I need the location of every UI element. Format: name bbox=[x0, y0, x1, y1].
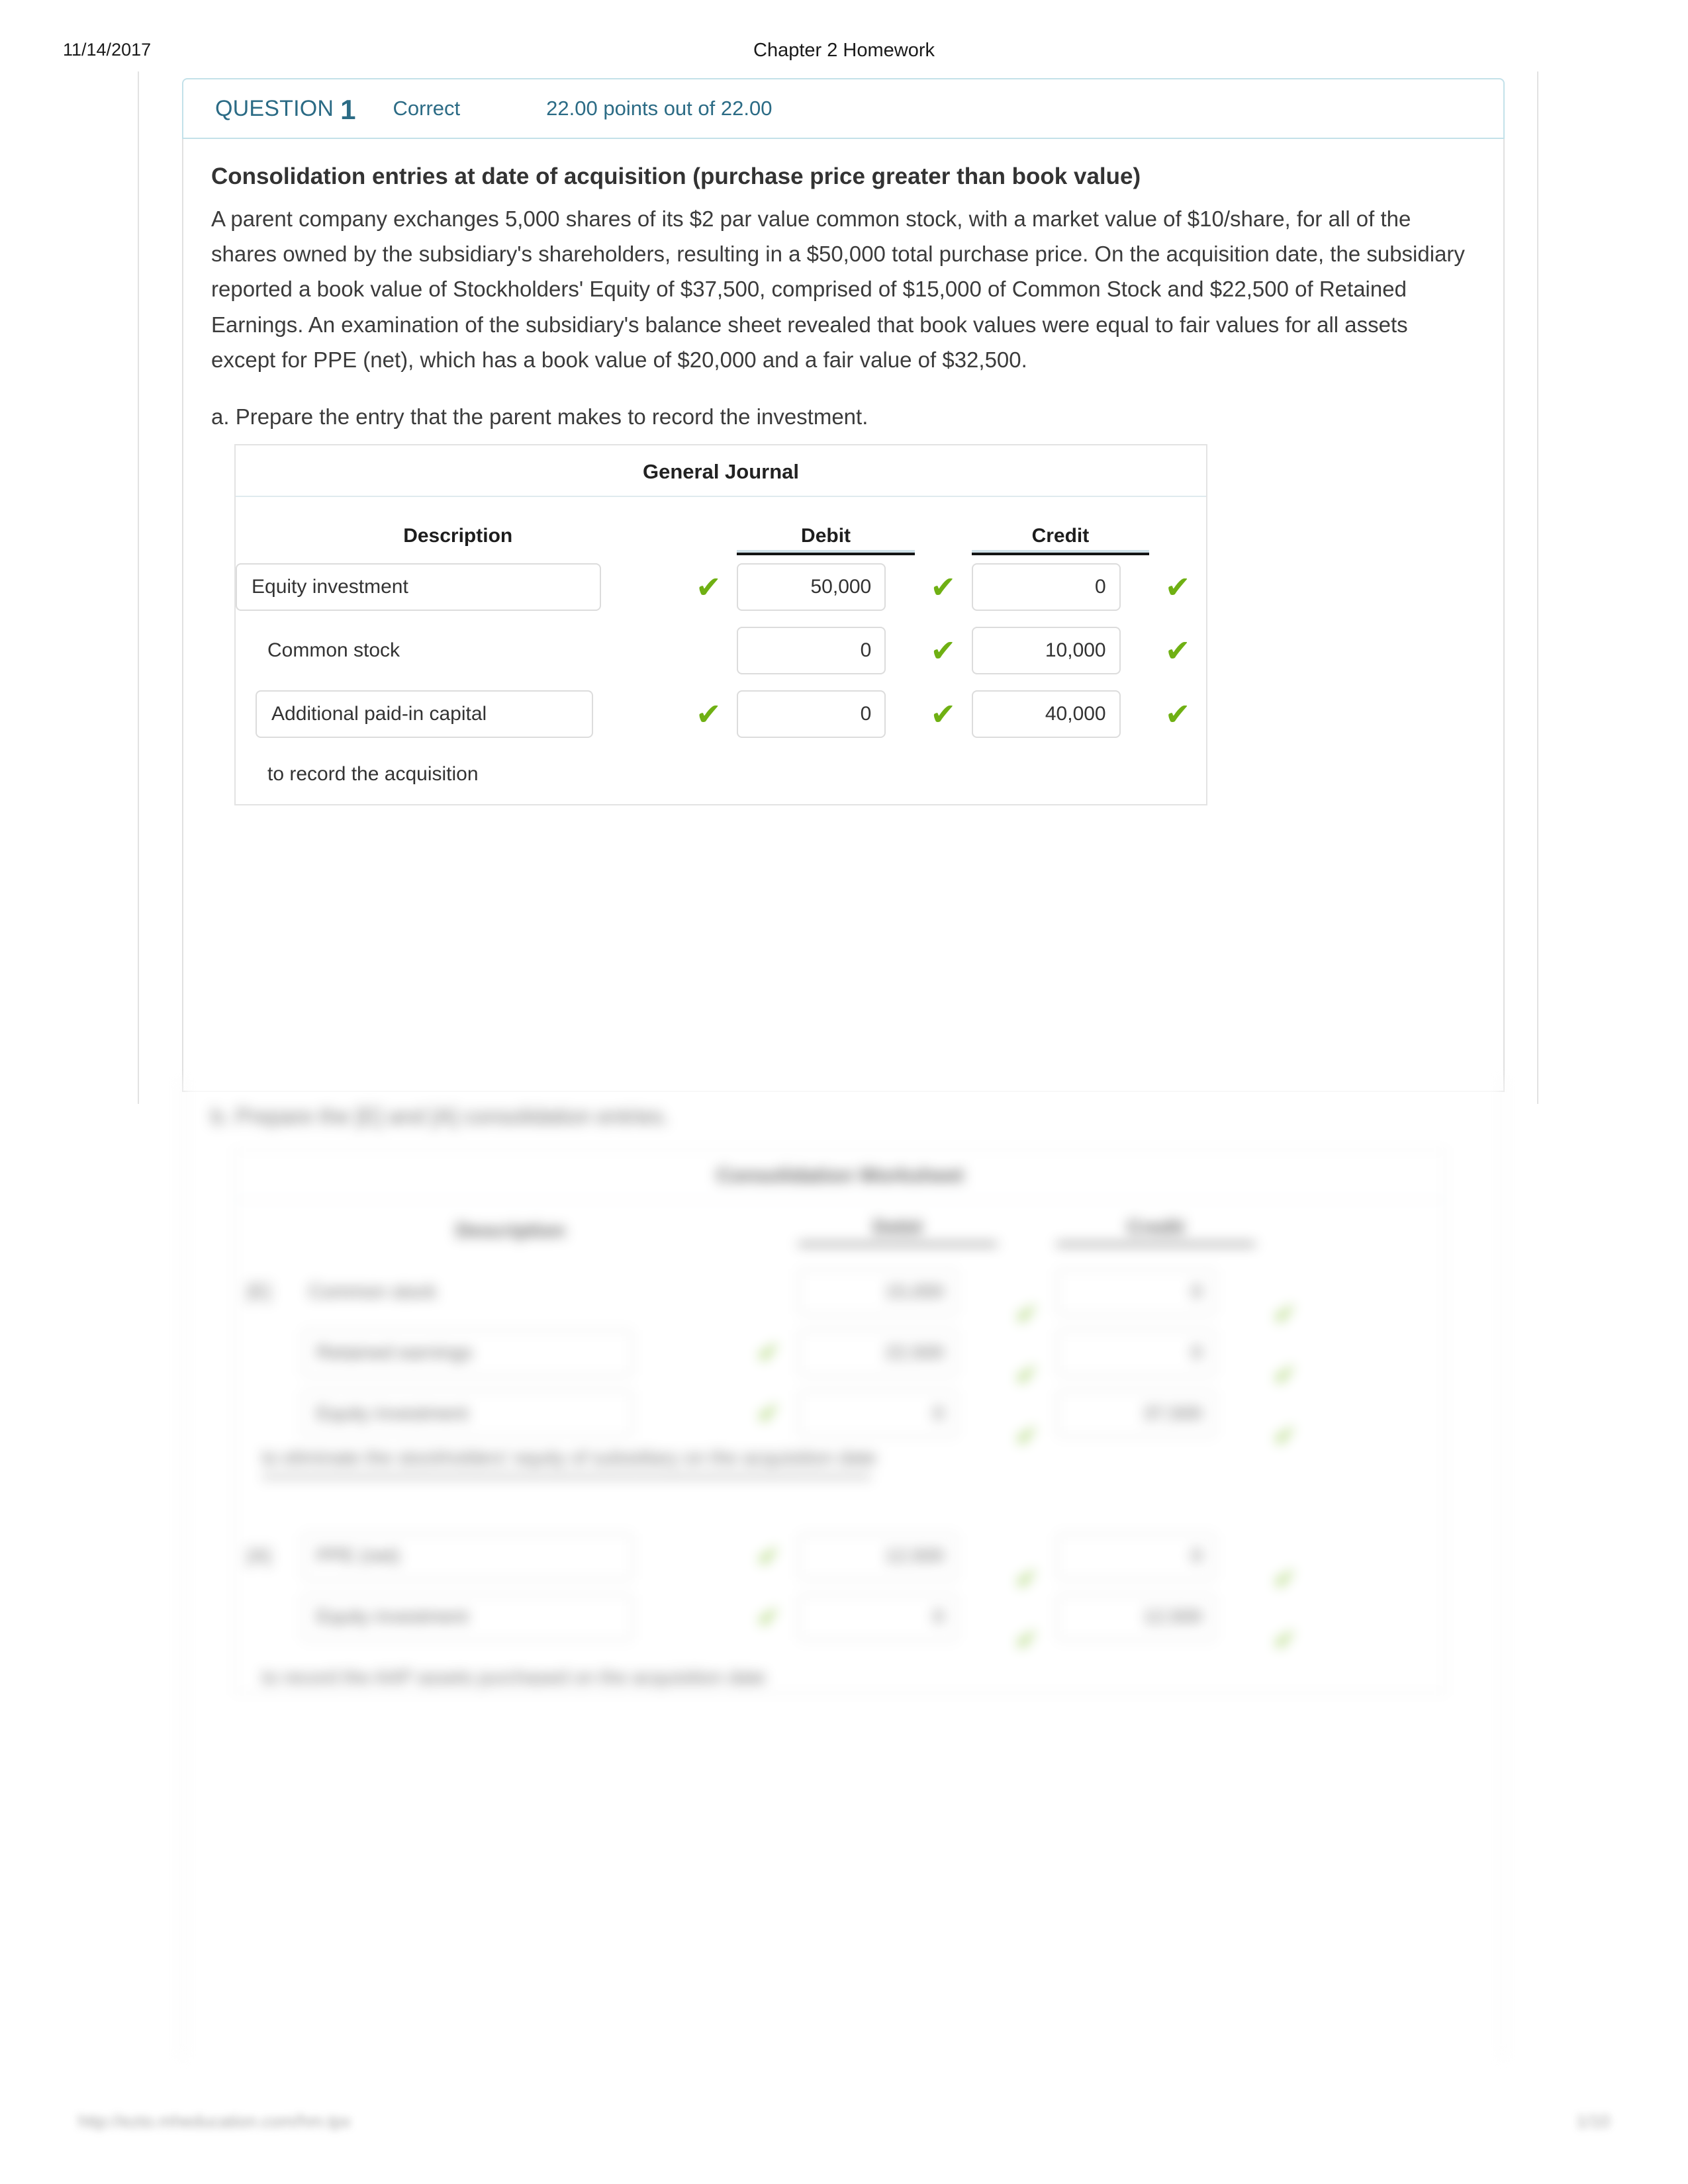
correct-check-icon: ✔ bbox=[930, 696, 956, 732]
question-label: QUESTION bbox=[215, 95, 334, 121]
worksheet-row: Equity investment ✔ 0 ✔ 12,500 ✔ bbox=[236, 1587, 1444, 1653]
correct-check-icon: ✔ bbox=[1015, 1562, 1039, 1595]
entry-tag: [A] bbox=[247, 1545, 271, 1567]
part-a-label: a. Prepare the entry that the parent mak… bbox=[211, 404, 868, 429]
debit-input[interactable]: 50,000 bbox=[737, 563, 886, 611]
correct-check-icon: ✔ bbox=[757, 1397, 780, 1430]
correct-check-icon: ✔ bbox=[1015, 1298, 1039, 1330]
footer-url: http://ezto.mheducation.com/hm.tpx bbox=[78, 2111, 351, 2131]
question-header-bar: QUESTION 1 Correct 22.00 points out of 2… bbox=[182, 78, 1505, 139]
prompt-title: Consolidation entries at date of acquisi… bbox=[211, 163, 1141, 189]
correct-check-icon: ✔ bbox=[1164, 696, 1191, 732]
credit-input[interactable]: 0 bbox=[1056, 1330, 1215, 1376]
journal-header-row: Description Debit Credit bbox=[236, 497, 1206, 555]
correct-check-icon: ✔ bbox=[696, 696, 722, 732]
credit-input[interactable]: 12,500 bbox=[1056, 1594, 1215, 1641]
correct-check-icon: ✔ bbox=[1273, 1623, 1297, 1656]
description-input[interactable]: Retained earnings bbox=[302, 1330, 633, 1376]
question-status: Correct bbox=[393, 97, 461, 120]
print-title: Chapter 2 Homework bbox=[753, 40, 935, 61]
footer-page-number: 1/10 bbox=[1576, 2111, 1610, 2131]
journal-row: Additional paid-in capital ✔ 0 ✔ 40,000 … bbox=[236, 682, 1206, 746]
part-b-label: b. Prepare the [E] and [A] consolidation… bbox=[211, 1104, 669, 1128]
debit-input[interactable]: 0 bbox=[798, 1594, 957, 1641]
description-input[interactable]: Equity investment bbox=[302, 1594, 633, 1641]
general-journal-table: General Journal Description Debit Credit… bbox=[234, 443, 1207, 805]
column-header-description: Description bbox=[455, 1220, 565, 1242]
correct-check-icon: ✔ bbox=[1015, 1420, 1039, 1452]
description-static-text: Common stock bbox=[267, 639, 400, 661]
print-header: 11/14/2017 Chapter 2 Homework bbox=[0, 40, 1688, 66]
column-header-description: Description bbox=[403, 524, 513, 547]
correct-check-icon: ✔ bbox=[696, 569, 722, 605]
prompt-body: A parent company exchanges 5,000 shares … bbox=[211, 206, 1465, 373]
correct-check-icon: ✔ bbox=[1273, 1298, 1297, 1330]
description-input[interactable]: Additional paid-in capital bbox=[256, 690, 593, 738]
credit-input[interactable]: 10,000 bbox=[971, 626, 1121, 674]
description-input[interactable]: PPE (net) bbox=[302, 1533, 633, 1580]
correct-check-icon: ✔ bbox=[757, 1600, 780, 1633]
worksheet-row: Equity investment ✔ 0 ✔ 37,500 ✔ bbox=[236, 1383, 1444, 1450]
question-card: QUESTION 1 Correct 22.00 points out of 2… bbox=[182, 78, 1505, 1092]
question-number: 1 bbox=[340, 94, 356, 125]
credit-input[interactable]: 0 bbox=[1056, 1269, 1215, 1315]
worksheet-header-row: Description Debit Credit bbox=[236, 1201, 1444, 1261]
column-header-debit: Debit bbox=[737, 525, 915, 555]
correct-check-icon: ✔ bbox=[1273, 1562, 1297, 1595]
credit-input[interactable]: 40,000 bbox=[971, 690, 1121, 738]
correct-check-icon: ✔ bbox=[1273, 1420, 1297, 1452]
column-header-credit: Credit bbox=[971, 525, 1150, 555]
correct-check-icon: ✔ bbox=[757, 1539, 780, 1572]
page-rule-left bbox=[138, 71, 139, 1104]
debit-input[interactable]: 22,500 bbox=[798, 1330, 957, 1376]
debit-input[interactable]: 0 bbox=[798, 1390, 957, 1437]
journal-row: Equity investment ✔ 50,000 ✔ 0 ✔ bbox=[236, 555, 1206, 619]
credit-input[interactable]: 0 bbox=[1056, 1533, 1215, 1580]
journal-title: General Journal bbox=[236, 445, 1206, 497]
entry-a-note: to record the AAP assets purchased on th… bbox=[262, 1666, 766, 1688]
credit-input[interactable]: 0 bbox=[971, 563, 1121, 611]
question-body: Consolidation entries at date of acquisi… bbox=[182, 139, 1505, 1092]
question-points: 22.00 points out of 22.00 bbox=[546, 97, 773, 120]
description-input[interactable]: Equity investment bbox=[302, 1390, 633, 1437]
worksheet-row: [E] Common stock 15,000 ✔ 0 ✔ bbox=[236, 1261, 1444, 1328]
debit-input[interactable]: 15,000 bbox=[798, 1269, 957, 1315]
debit-input[interactable]: 12,500 bbox=[798, 1533, 957, 1580]
correct-check-icon: ✔ bbox=[930, 569, 956, 605]
worksheet-row: [A] PPE (net) ✔ 12,500 ✔ 0 ✔ bbox=[236, 1526, 1444, 1592]
worksheet-title: Consolidation Worksheet bbox=[236, 1150, 1444, 1201]
column-header-credit: Credit bbox=[1056, 1216, 1255, 1246]
worksheet-row: Retained earnings ✔ 22,500 ✔ 0 ✔ bbox=[236, 1322, 1444, 1389]
description-input[interactable]: Equity investment bbox=[236, 563, 601, 611]
column-header-debit: Debit bbox=[798, 1216, 997, 1246]
correct-check-icon: ✔ bbox=[1015, 1359, 1039, 1391]
entry-tag: [E] bbox=[247, 1281, 271, 1302]
correct-check-icon: ✔ bbox=[1164, 569, 1191, 605]
description-static-text: Common stock bbox=[308, 1281, 437, 1302]
page-rule-right bbox=[1537, 71, 1538, 1104]
journal-row: Common stock ✔ 0 ✔ 10,000 ✔ bbox=[236, 619, 1206, 682]
correct-check-icon: ✔ bbox=[1164, 632, 1191, 668]
credit-input[interactable]: 37,500 bbox=[1056, 1390, 1215, 1437]
correct-check-icon: ✔ bbox=[1273, 1359, 1297, 1391]
consolidation-worksheet-table: Consolidation Worksheet Description Debi… bbox=[234, 1149, 1446, 1694]
blurred-lower-section: b. Prepare the [E] and [A] consolidation… bbox=[0, 1079, 1688, 2111]
correct-check-icon: ✔ bbox=[757, 1336, 780, 1369]
debit-input[interactable]: 0 bbox=[737, 626, 886, 674]
print-footer: http://ezto.mheducation.com/hm.tpx 1/10 bbox=[0, 2111, 1688, 2158]
debit-input[interactable]: 0 bbox=[737, 690, 886, 738]
correct-check-icon: ✔ bbox=[1015, 1623, 1039, 1656]
journal-footer-note: to record the acquisition bbox=[267, 762, 479, 785]
correct-check-icon: ✔ bbox=[930, 632, 956, 668]
note-strike-bar bbox=[262, 1473, 871, 1480]
entry-e-note: to eliminate the stockholders' equity of… bbox=[262, 1447, 876, 1469]
